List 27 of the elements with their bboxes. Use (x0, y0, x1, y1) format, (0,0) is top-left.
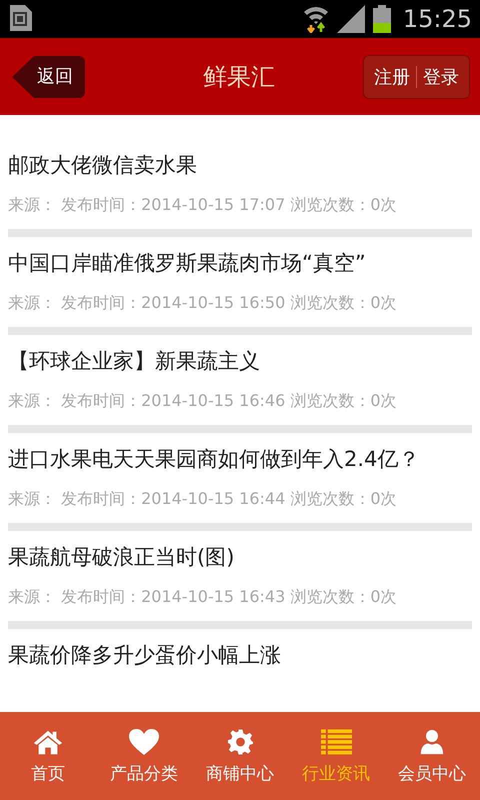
article-meta: 来源： 发布时间：2014-10-15 16:46 浏览次数：0次 (8, 390, 398, 412)
gear-icon (226, 728, 254, 756)
article-title[interactable]: 果蔬价降多升少蛋价小幅上涨 (8, 639, 472, 671)
article-meta: 来源： 发布时间：2014-10-15 16:50 浏览次数：0次 (8, 292, 398, 314)
app-title: 鲜果汇 (202, 62, 276, 92)
article-title[interactable]: 【环球企业家】新果蔬主义 (8, 345, 472, 377)
tab-item[interactable]: 会员中心 (384, 712, 480, 800)
article-title[interactable]: 果蔬航母破浪正当时(图) (8, 541, 472, 573)
list-icon (320, 728, 352, 756)
register-button[interactable]: 注册 (368, 64, 416, 88)
article-meta: 来源： 发布时间：2014-10-15 16:44 浏览次数：0次 (8, 488, 398, 510)
tab-item[interactable]: 首页 (0, 712, 96, 800)
article-title[interactable]: 邮政大佬微信卖水果 (8, 149, 472, 181)
tab-item[interactable]: 商铺中心 (192, 712, 288, 800)
person-icon (419, 728, 445, 756)
article-meta: 来源： 发布时间：2014-10-15 16:43 浏览次数：0次 (8, 586, 398, 608)
article-meta: 来源： 发布时间：2014-10-15 17:07 浏览次数：0次 (8, 194, 398, 216)
article-title[interactable]: 中国口岸瞄准俄罗斯果蔬肉市场“真空” (8, 247, 472, 279)
login-button[interactable]: 登录 (417, 64, 465, 88)
tab-item[interactable]: 产品分类 (96, 712, 192, 800)
signal-icon (336, 5, 365, 33)
article-title[interactable]: 进口水果电天天果园商如何做到年入2.4亿？ (8, 443, 472, 475)
sim-card-icon (8, 4, 34, 34)
clock-time: 15:25 (402, 5, 472, 33)
heart-icon (128, 728, 160, 756)
battery-icon (372, 5, 391, 33)
wifi-icon (302, 5, 329, 33)
